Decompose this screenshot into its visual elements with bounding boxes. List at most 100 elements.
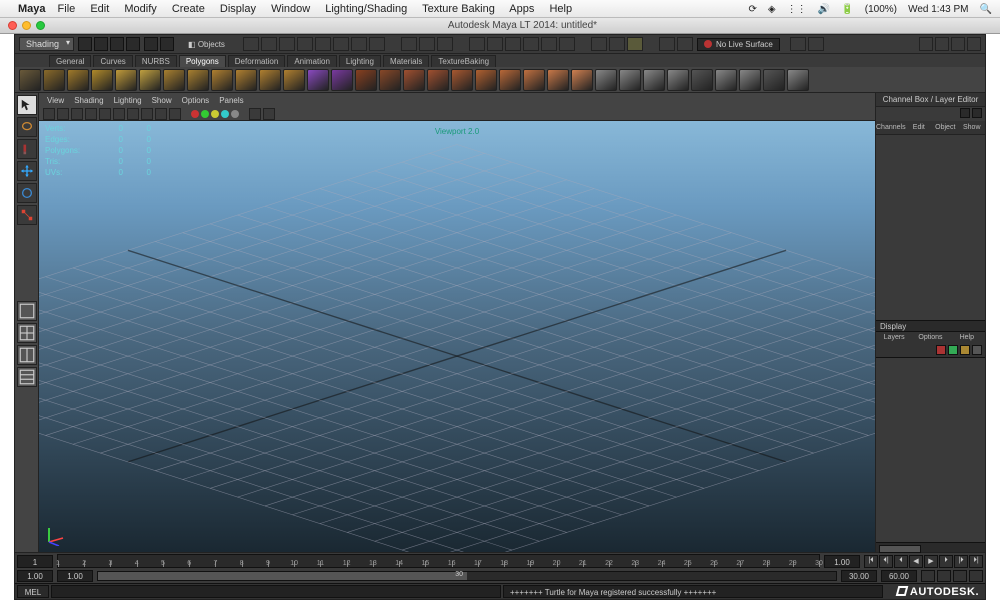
ipr-render-icon[interactable] bbox=[487, 37, 503, 51]
snap-center-icon[interactable] bbox=[333, 37, 349, 51]
menu-help[interactable]: Help bbox=[549, 3, 572, 15]
snap-surface-icon[interactable] bbox=[315, 37, 331, 51]
close-icon[interactable] bbox=[8, 21, 17, 30]
lasso-tool[interactable] bbox=[17, 117, 37, 137]
shelf-button-15[interactable] bbox=[379, 69, 401, 91]
shelf-tab-nurbs[interactable]: NURBS bbox=[135, 55, 177, 67]
cb-icon-a[interactable] bbox=[960, 108, 970, 118]
snap-curve-icon[interactable] bbox=[261, 37, 277, 51]
render-settings-icon[interactable] bbox=[505, 37, 521, 51]
step-back-key-icon[interactable]: ⏴| bbox=[879, 555, 893, 568]
shelf-button-21[interactable] bbox=[523, 69, 545, 91]
vp-menu-panels[interactable]: Panels bbox=[219, 96, 243, 105]
vp-grid-icon[interactable] bbox=[99, 108, 111, 120]
single-pane-layout[interactable] bbox=[17, 301, 37, 321]
playback-start-field[interactable]: 1.00 bbox=[57, 570, 93, 582]
menu-display[interactable]: Display bbox=[220, 3, 256, 15]
vp-cam-attr-icon[interactable] bbox=[57, 108, 69, 120]
sidebar-toggle-c-icon[interactable] bbox=[951, 37, 965, 51]
range-thumb[interactable]: 30 bbox=[98, 572, 467, 580]
cb-menu-channels[interactable]: Channels bbox=[876, 121, 906, 134]
snap-point-icon[interactable] bbox=[279, 37, 295, 51]
shelf-button-17[interactable] bbox=[427, 69, 449, 91]
render-current-icon[interactable] bbox=[469, 37, 485, 51]
layers-help-menu[interactable]: Help bbox=[949, 332, 985, 344]
misc-highlight-icon[interactable] bbox=[627, 37, 643, 51]
battery-icon[interactable]: 🔋 bbox=[841, 4, 853, 15]
live-b-icon[interactable] bbox=[808, 37, 824, 51]
layers-options-menu[interactable]: Options bbox=[912, 332, 948, 344]
cb-icon-b[interactable] bbox=[972, 108, 982, 118]
layer-anim-icon[interactable] bbox=[960, 345, 970, 355]
vp-safe-action-icon[interactable] bbox=[155, 108, 167, 120]
vp-textured-icon[interactable] bbox=[211, 110, 219, 118]
time-ticks[interactable]: 1234567891011121314151617181920212223242… bbox=[57, 554, 820, 568]
menu-create[interactable]: Create bbox=[172, 3, 205, 15]
shelf-button-28[interactable] bbox=[691, 69, 713, 91]
vp-film-gate-icon[interactable] bbox=[113, 108, 125, 120]
sidebar-toggle-b-icon[interactable] bbox=[935, 37, 949, 51]
cb-menu-object[interactable]: Object bbox=[932, 121, 958, 134]
undo-icon[interactable] bbox=[144, 37, 158, 51]
pref-icon[interactable] bbox=[953, 570, 967, 582]
cb-scrollbar[interactable] bbox=[876, 542, 985, 552]
shelf-tab-general[interactable]: General bbox=[49, 55, 91, 67]
vp-gate-mask-icon[interactable] bbox=[141, 108, 153, 120]
shelf-button-30[interactable] bbox=[739, 69, 761, 91]
spotlight-icon[interactable]: 🔍 bbox=[980, 4, 992, 15]
vp-wire-shaded-icon[interactable] bbox=[201, 110, 209, 118]
shelf-button-19[interactable] bbox=[475, 69, 497, 91]
menu-edit[interactable]: Edit bbox=[90, 3, 109, 15]
shelf-button-11[interactable] bbox=[283, 69, 305, 91]
misc-a-icon[interactable] bbox=[591, 37, 607, 51]
shelf-button-22[interactable] bbox=[547, 69, 569, 91]
goto-start-icon[interactable]: |⏴ bbox=[864, 555, 878, 568]
shelf-button-12[interactable] bbox=[307, 69, 329, 91]
live-surface-indicator[interactable]: No Live Surface bbox=[697, 38, 780, 51]
four-pane-layout[interactable] bbox=[17, 323, 37, 343]
select-tool[interactable] bbox=[17, 95, 37, 115]
misc-b-icon[interactable] bbox=[609, 37, 625, 51]
live-a-icon[interactable] bbox=[790, 37, 806, 51]
vp-lights-icon[interactable] bbox=[221, 110, 229, 118]
current-frame-right[interactable]: 1.00 bbox=[824, 555, 860, 568]
shelf-button-24[interactable] bbox=[595, 69, 617, 91]
outliner-layout[interactable] bbox=[17, 367, 37, 387]
app-name[interactable]: Maya bbox=[18, 3, 46, 15]
vp-resolution-gate-icon[interactable] bbox=[127, 108, 139, 120]
vp-menu-view[interactable]: View bbox=[47, 96, 64, 105]
snap-toggle-a-icon[interactable] bbox=[351, 37, 367, 51]
shelf-button-0[interactable] bbox=[19, 69, 41, 91]
move-tool[interactable] bbox=[17, 161, 37, 181]
vp-bookmark-icon[interactable] bbox=[71, 108, 83, 120]
sync-icon[interactable]: ⟳ bbox=[748, 4, 756, 15]
shelf-button-23[interactable] bbox=[571, 69, 593, 91]
step-back-icon[interactable]: ⏴ bbox=[894, 555, 908, 568]
snap-plane-icon[interactable] bbox=[297, 37, 313, 51]
vp-hq-icon[interactable] bbox=[263, 108, 275, 120]
range-slider[interactable]: 30 bbox=[97, 571, 837, 581]
playback-end-field[interactable]: 30.00 bbox=[841, 570, 877, 582]
shelf-button-13[interactable] bbox=[331, 69, 353, 91]
render-toggle-f-icon[interactable] bbox=[559, 37, 575, 51]
shelf-tab-curves[interactable]: Curves bbox=[93, 55, 132, 67]
shelf-button-5[interactable] bbox=[139, 69, 161, 91]
cb-menu-show[interactable]: Show bbox=[959, 121, 985, 134]
vp-menu-options[interactable]: Options bbox=[182, 96, 210, 105]
history-toggle-c-icon[interactable] bbox=[437, 37, 453, 51]
command-input[interactable] bbox=[51, 585, 501, 598]
layer-render-icon[interactable] bbox=[948, 345, 958, 355]
dropbox-icon[interactable]: ◈ bbox=[768, 4, 776, 15]
clock[interactable]: Wed 1:43 PM bbox=[908, 4, 968, 15]
shelf-button-2[interactable] bbox=[67, 69, 89, 91]
shelf-button-10[interactable] bbox=[259, 69, 281, 91]
sym-a-icon[interactable] bbox=[659, 37, 675, 51]
play-fwd-icon[interactable]: ▶ bbox=[924, 555, 938, 568]
wifi-icon[interactable]: ⋮⋮ bbox=[787, 4, 807, 15]
snap-grid-icon[interactable] bbox=[243, 37, 259, 51]
zoom-icon[interactable] bbox=[36, 21, 45, 30]
vp-shadows-icon[interactable] bbox=[231, 110, 239, 118]
redo-icon[interactable] bbox=[160, 37, 174, 51]
vp-image-plane-icon[interactable] bbox=[85, 108, 97, 120]
vp-isolate-icon[interactable] bbox=[249, 108, 261, 120]
